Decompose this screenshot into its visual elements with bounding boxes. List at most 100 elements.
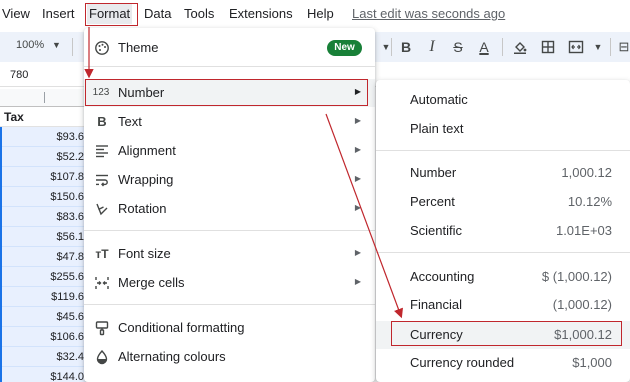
strikethrough-icon[interactable]: S bbox=[448, 37, 468, 57]
theme-icon bbox=[94, 40, 110, 56]
menu-item-merge-cells[interactable]: Merge cells ▶ bbox=[84, 269, 375, 297]
option-sample: $1,000 bbox=[572, 355, 612, 370]
chevron-right-icon: ▶ bbox=[354, 87, 361, 96]
number-icon: 123 bbox=[92, 87, 110, 98]
option-label: Financial bbox=[410, 297, 463, 312]
number-option-currency[interactable]: Currency $1,000.12 bbox=[376, 321, 630, 349]
menu-item-alignment[interactable]: Alignment ▶ bbox=[84, 137, 375, 165]
chevron-right-icon: ▶ bbox=[354, 174, 361, 183]
merge-cells-icon[interactable] bbox=[566, 37, 586, 57]
table-cell[interactable]: $93.6 bbox=[0, 127, 86, 147]
table-cell[interactable]: $255.6 bbox=[0, 267, 86, 287]
menu-item-alternating-colours[interactable]: Alternating colours bbox=[84, 343, 375, 371]
number-option-automatic[interactable]: Automatic bbox=[376, 86, 630, 114]
chevron-down-icon[interactable]: ▼ bbox=[588, 37, 608, 57]
option-sample: $1,000.12 bbox=[554, 327, 612, 342]
chevron-down-icon[interactable]: ▼ bbox=[376, 37, 396, 57]
menu-tools[interactable]: Tools bbox=[182, 4, 216, 24]
menu-item-rotation[interactable]: Rotation ▶ bbox=[84, 195, 375, 223]
number-option-accounting[interactable]: Accounting $ (1,000.12) bbox=[376, 263, 630, 291]
table-cell[interactable]: $52.2 bbox=[0, 147, 86, 167]
menu-item-label: Rotation bbox=[118, 201, 167, 216]
header-cell-tax[interactable]: Tax bbox=[0, 107, 86, 127]
table-cell[interactable]: $144.0 bbox=[0, 367, 86, 382]
option-sample: 10.12% bbox=[567, 194, 612, 209]
menu-item-label: Conditional formatting bbox=[118, 320, 245, 335]
text-color-icon[interactable]: A bbox=[474, 37, 494, 57]
zoom-select[interactable]: 100% bbox=[16, 39, 44, 51]
menu-item-wrapping[interactable]: Wrapping ▶ bbox=[84, 166, 375, 194]
table-cell[interactable]: $56.1 bbox=[0, 227, 86, 247]
menu-insert[interactable]: Insert bbox=[40, 4, 77, 24]
toolbar-divider bbox=[391, 38, 392, 56]
table-cell[interactable]: $150.6 bbox=[0, 187, 86, 207]
menu-bar: View Insert Format Data Tools Extensions… bbox=[0, 0, 630, 28]
chevron-right-icon: ▶ bbox=[354, 145, 361, 154]
option-sample: (1,000.12) bbox=[552, 297, 612, 312]
menu-divider bbox=[84, 66, 375, 67]
fill-color-icon[interactable] bbox=[510, 37, 530, 57]
column-resize-handle[interactable] bbox=[44, 92, 45, 103]
column-header[interactable] bbox=[0, 89, 86, 107]
toolbar-divider bbox=[610, 38, 611, 56]
menu-item-label: Wrapping bbox=[118, 172, 174, 187]
menu-view[interactable]: View bbox=[0, 4, 32, 24]
menu-item-number[interactable]: 123 Number ▶ bbox=[84, 79, 375, 107]
option-sample: 1.01E+03 bbox=[555, 223, 612, 238]
menu-item-theme[interactable]: Theme New bbox=[84, 34, 375, 62]
option-label: Currency rounded bbox=[410, 355, 515, 370]
rotation-icon bbox=[94, 201, 110, 217]
number-option-plain-text[interactable]: Plain text bbox=[376, 115, 630, 143]
menu-item-label: Number bbox=[118, 85, 165, 100]
option-sample: 1,000.12 bbox=[561, 165, 612, 180]
table-cell[interactable]: $45.6 bbox=[0, 307, 86, 327]
chevron-right-icon: ▶ bbox=[354, 116, 361, 125]
number-option-number[interactable]: Number 1,000.12 bbox=[376, 159, 630, 187]
table-cell[interactable]: $106.6 bbox=[0, 327, 86, 347]
toolbar-divider bbox=[72, 38, 73, 56]
menu-item-conditional-formatting[interactable]: Conditional formatting bbox=[84, 314, 375, 342]
more-icon[interactable]: ⊟ bbox=[614, 37, 630, 57]
bold-icon[interactable]: B bbox=[396, 37, 416, 57]
option-label: Accounting bbox=[410, 269, 475, 284]
menu-item-label: Merge cells bbox=[118, 275, 185, 290]
chevron-down-icon[interactable]: ▼ bbox=[52, 40, 61, 50]
menu-item-text[interactable]: B Text ▶ bbox=[84, 108, 375, 136]
menu-item-label: Alternating colours bbox=[118, 349, 226, 364]
menu-divider bbox=[84, 230, 375, 231]
number-format-submenu: Automatic Plain text Number 1,000.12 Per… bbox=[376, 80, 630, 382]
format-menu: Theme New 123 Number ▶ B Text ▶ Alignmen… bbox=[84, 28, 375, 382]
number-option-scientific[interactable]: Scientific 1.01E+03 bbox=[376, 217, 630, 245]
menu-help[interactable]: Help bbox=[305, 4, 336, 24]
table-cell[interactable]: $119.6 bbox=[0, 287, 86, 307]
number-option-financial[interactable]: Financial (1,000.12) bbox=[376, 291, 630, 319]
name-box[interactable]: 780 bbox=[10, 69, 28, 81]
menu-data[interactable]: Data bbox=[142, 4, 173, 24]
conditional-formatting-icon bbox=[94, 320, 110, 336]
chevron-right-icon: ▶ bbox=[354, 203, 361, 212]
option-label: Number bbox=[410, 165, 457, 180]
number-option-currency-rounded[interactable]: Currency rounded $1,000 bbox=[376, 349, 630, 377]
menu-divider bbox=[376, 150, 630, 151]
toolbar-divider bbox=[502, 38, 503, 56]
alignment-icon bbox=[94, 143, 110, 159]
menu-item-label: Font size bbox=[118, 246, 171, 261]
number-option-percent[interactable]: Percent 10.12% bbox=[376, 188, 630, 216]
option-label: Plain text bbox=[410, 121, 464, 136]
table-cell[interactable]: $47.8 bbox=[0, 247, 86, 267]
menu-item-label: Alignment bbox=[118, 143, 176, 158]
last-edit-link[interactable]: Last edit was seconds ago bbox=[352, 4, 505, 24]
table-cell[interactable]: $32.4 bbox=[0, 347, 86, 367]
chevron-right-icon: ▶ bbox=[354, 277, 361, 286]
option-label: Currency bbox=[410, 327, 463, 342]
menu-item-font-size[interactable]: тT Font size ▶ bbox=[84, 240, 375, 268]
italic-icon[interactable]: I bbox=[422, 37, 442, 57]
chevron-right-icon: ▶ bbox=[354, 248, 361, 257]
borders-icon[interactable] bbox=[538, 37, 558, 57]
option-label: Automatic bbox=[410, 92, 468, 107]
table-cell[interactable]: $107.8 bbox=[0, 167, 86, 187]
table-cell[interactable]: $83.6 bbox=[0, 207, 86, 227]
menu-format[interactable]: Format bbox=[87, 4, 133, 24]
menu-extensions[interactable]: Extensions bbox=[227, 4, 295, 24]
selection-border bbox=[0, 127, 2, 382]
